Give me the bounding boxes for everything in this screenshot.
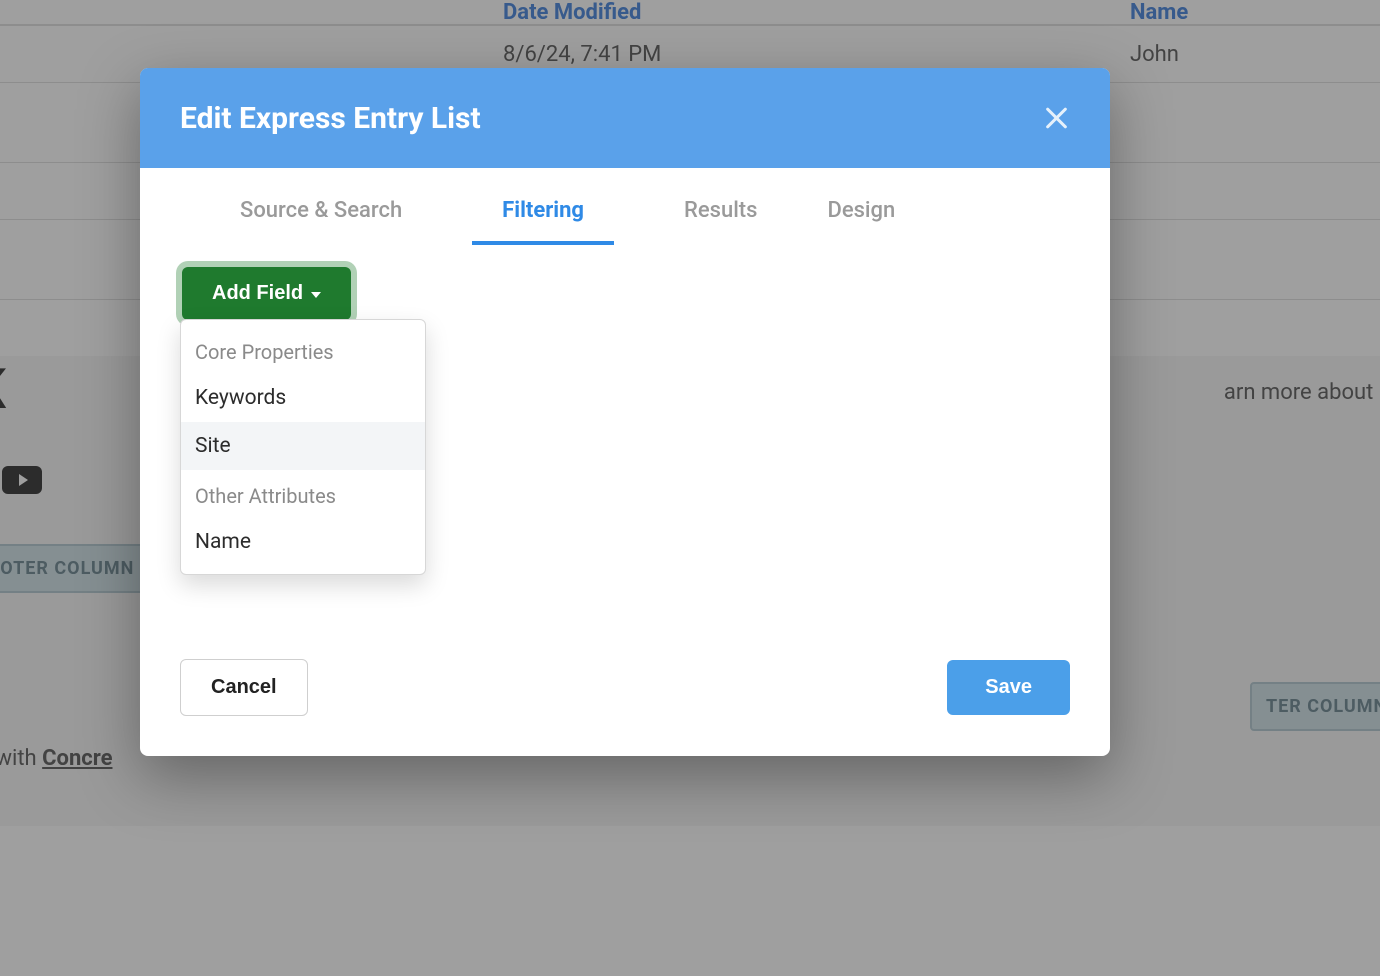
add-field-dropdown: Core Properties Keywords Site Other Attr… — [180, 319, 426, 575]
dropdown-group-other: Other Attributes — [181, 470, 425, 518]
tab-filtering[interactable]: Filtering — [472, 198, 614, 245]
tab-design[interactable]: Design — [827, 198, 895, 245]
caret-down-icon — [311, 292, 321, 298]
dropdown-item-name[interactable]: Name — [181, 518, 425, 566]
edit-express-entry-list-dialog: Edit Express Entry List Source & Search … — [140, 68, 1110, 756]
dropdown-item-keywords[interactable]: Keywords — [181, 374, 425, 422]
close-icon[interactable] — [1042, 104, 1070, 132]
add-field-label: Add Field — [212, 282, 303, 305]
dialog-body: Add Field Core Properties Keywords Site … — [140, 245, 1110, 635]
dialog-footer: Cancel Save — [140, 635, 1110, 756]
dialog-tabs: Source & Search Filtering Results Design — [140, 168, 1110, 245]
tab-results[interactable]: Results — [684, 198, 757, 245]
cancel-button[interactable]: Cancel — [180, 659, 308, 716]
dialog-header: Edit Express Entry List — [140, 68, 1110, 168]
dropdown-item-site[interactable]: Site — [181, 422, 425, 470]
save-button[interactable]: Save — [947, 660, 1070, 715]
tab-source-search[interactable]: Source & Search — [240, 198, 402, 245]
dialog-title: Edit Express Entry List — [180, 101, 481, 136]
add-field-button[interactable]: Add Field — [182, 267, 351, 320]
dropdown-group-core: Core Properties — [181, 326, 425, 374]
